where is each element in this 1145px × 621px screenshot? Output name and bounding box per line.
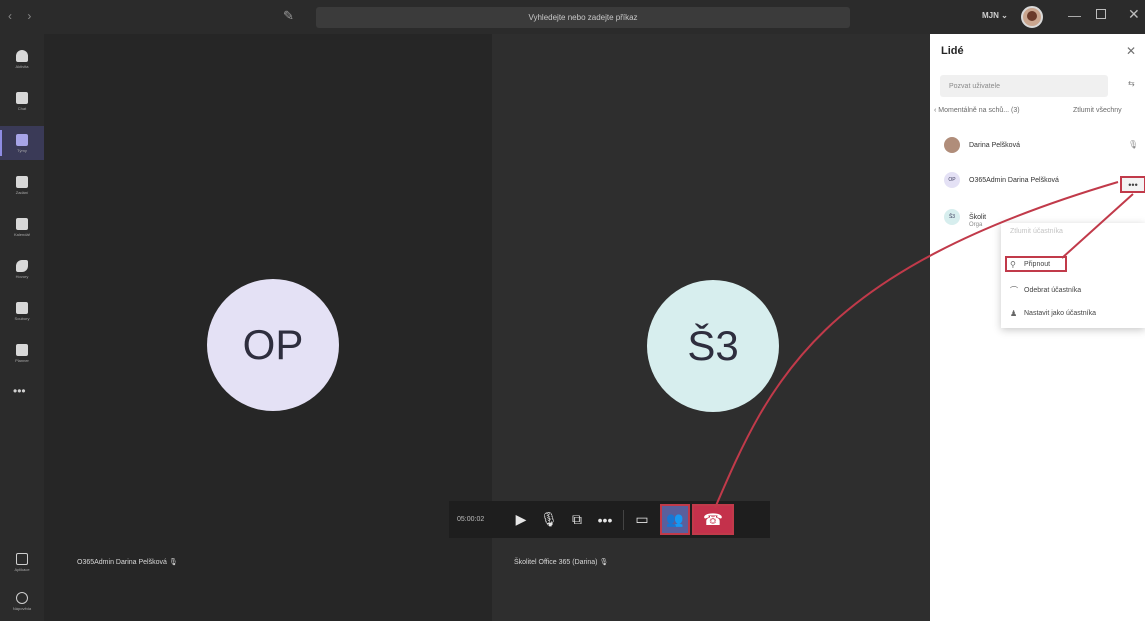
menu-item-label: Odebrat účastníka: [1024, 286, 1082, 294]
mic-icon: 🎙: [1128, 140, 1139, 149]
panel-close-icon[interactable]: ✕: [1126, 44, 1136, 58]
menu-item-remove-participant[interactable]: ⌒ Odebrat účastníka: [1010, 282, 1081, 298]
rail-item-help[interactable]: Nápověda: [0, 592, 44, 611]
calendar-icon: [16, 217, 28, 230]
panel-title: Lidé: [941, 45, 964, 57]
phone-icon: [16, 259, 28, 272]
participant-context-menu: Ztlumit účastníka ⚲ Připnout ⌒ Odebrat ú…: [1001, 223, 1145, 328]
in-meeting-section-header[interactable]: ‹ Momentálně na schů... (3): [934, 107, 1020, 114]
participant-name: Školit: [969, 213, 987, 221]
camera-toggle-icon[interactable]: ▶: [507, 501, 535, 538]
participant-row[interactable]: OP O365Admin Darina Pelšková: [944, 169, 1059, 191]
participant-avatar-op: OP: [207, 279, 339, 411]
call-timer: 05:00:02: [457, 516, 485, 523]
apps-icon: [16, 553, 28, 565]
bell-icon: [16, 49, 28, 62]
menu-item-label: Nastavit jako účastníka: [1024, 309, 1096, 317]
menu-item-label: Připnout: [1024, 260, 1051, 268]
rail-label: Hovory: [15, 273, 29, 279]
remove-user-icon: ⌒: [1010, 285, 1018, 295]
controls-divider: [623, 509, 624, 530]
nav-arrows-icon[interactable]: ‹ ›: [8, 9, 37, 23]
avatar: [944, 137, 960, 153]
rail-item-calendar[interactable]: Kalendář: [0, 210, 44, 244]
participant-more-options-button[interactable]: •••: [1120, 176, 1145, 193]
rail-label: Zadání: [15, 189, 29, 195]
files-icon: [16, 301, 28, 314]
hang-up-button[interactable]: ☎: [692, 504, 734, 535]
participant-name-left: O365Admin Darina Pelšková 🎙: [77, 559, 178, 566]
tenant-switcher[interactable]: MJN ⌄: [982, 11, 1008, 20]
app-rail: Aktivita Chat Týmy Zadání Kalendář Hovor…: [0, 34, 44, 621]
chat-icon: [16, 91, 28, 104]
rail-item-apps[interactable]: Aplikace: [0, 553, 44, 572]
participant-name: O365Admin Darina Pelšková: [969, 176, 1059, 184]
rail-label: Soubory: [14, 315, 30, 321]
call-controls-bar: 05:00:02 ▶ 🎙 ⧉ ••• ▭ 👥 ☎: [449, 501, 770, 538]
participant-name-right: Školitel Office 365 (Darina) 🎙: [514, 559, 609, 566]
avatar: Š3: [944, 209, 960, 225]
participant-avatar-s3: Š3: [647, 280, 779, 412]
mic-toggle-icon[interactable]: 🎙: [535, 501, 563, 538]
close-window-icon[interactable]: ✕: [1128, 6, 1140, 23]
menu-item-mute-disabled: Ztlumit účastníka: [1010, 228, 1063, 235]
rail-label: Planner: [15, 357, 29, 363]
more-apps-icon[interactable]: •••: [13, 384, 26, 398]
avatar: OP: [944, 172, 960, 188]
mute-all-link[interactable]: Ztlumit všechny: [1073, 107, 1122, 114]
teams-window: ‹ › ✎ Vyhledejte nebo zadejte příkaz MJN…: [0, 0, 1145, 621]
more-actions-icon[interactable]: •••: [591, 501, 619, 538]
attendee-icon: ♟: [1010, 308, 1018, 318]
rail-item-planner[interactable]: Planner: [0, 336, 44, 370]
rail-item-teams[interactable]: Týmy: [0, 126, 44, 160]
rail-label: Aplikace: [14, 567, 30, 572]
planner-icon: [16, 343, 28, 356]
participant-row[interactable]: Darina Pelšková: [944, 134, 1020, 156]
assignments-icon: [16, 175, 28, 188]
minimize-icon[interactable]: —: [1068, 8, 1081, 23]
participant-name: Darina Pelšková: [969, 141, 1020, 149]
rail-item-chat[interactable]: Chat: [0, 84, 44, 118]
share-screen-icon[interactable]: ⧉: [563, 501, 591, 538]
compose-icon[interactable]: ✎: [283, 8, 294, 24]
rail-item-assignments[interactable]: Zadání: [0, 168, 44, 202]
rail-label: Kalendář: [13, 231, 30, 237]
pin-icon: ⚲: [1010, 259, 1016, 269]
rail-item-activity[interactable]: Aktivita: [0, 42, 44, 76]
menu-item-pin[interactable]: ⚲ Připnout: [1005, 256, 1067, 272]
teams-icon: [16, 133, 28, 146]
maximize-icon[interactable]: [1096, 9, 1106, 19]
rail-item-files[interactable]: Soubory: [0, 294, 44, 328]
invite-user-input[interactable]: Pozvat uživatele: [940, 75, 1108, 97]
help-icon: [16, 592, 28, 604]
participant-role: Orga: [969, 222, 983, 228]
rail-label: Chat: [17, 105, 27, 111]
chat-toggle-icon[interactable]: ▭: [628, 501, 656, 538]
title-bar: ‹ › ✎ Vyhledejte nebo zadejte příkaz MJN…: [0, 0, 1145, 34]
rail-label: Nápověda: [12, 606, 32, 611]
rail-label: Týmy: [17, 147, 27, 153]
share-invite-icon[interactable]: ⇆: [1128, 79, 1135, 88]
search-input[interactable]: Vyhledejte nebo zadejte příkaz: [316, 7, 850, 28]
rail-item-calls[interactable]: Hovory: [0, 252, 44, 286]
show-participants-button[interactable]: 👥: [660, 504, 690, 535]
profile-avatar[interactable]: [1021, 6, 1043, 28]
rail-label: Aktivita: [15, 63, 29, 69]
menu-item-make-attendee[interactable]: ♟ Nastavit jako účastníka: [1010, 305, 1096, 321]
participant-tile-left[interactable]: OP O365Admin Darina Pelšková 🎙: [44, 34, 492, 621]
